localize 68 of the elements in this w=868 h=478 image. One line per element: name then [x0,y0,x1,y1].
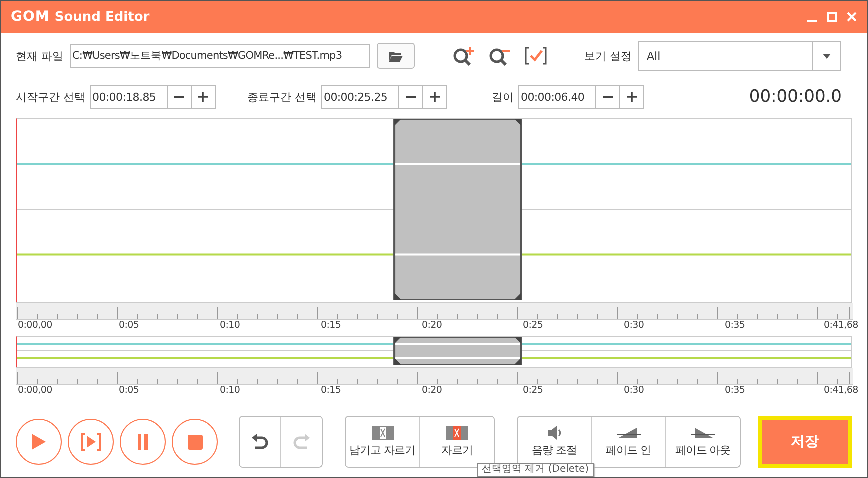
range-label: 길이 [492,90,514,104]
plus-icon [430,92,440,102]
time-field[interactable]: 00:00:18.85 [90,85,168,109]
select-all-button[interactable] [524,47,546,65]
time-label: 0:10 [219,320,242,333]
decrement-button[interactable] [399,85,423,109]
minus-icon [406,96,416,98]
plus-icon [198,92,208,102]
time-label: 0:30 [623,385,646,398]
film-strip-icon [372,426,394,440]
playback-time: 00:00:00.0 [749,87,842,107]
decrement-button[interactable] [168,85,192,109]
redo-icon [292,434,310,450]
time-field[interactable]: 00:00:06.40 [518,85,596,109]
time-label: 0:00,00 [17,385,54,398]
increment-button[interactable] [620,85,644,109]
pause-icon [137,434,149,450]
undo-icon [251,434,269,450]
undo-button[interactable] [240,417,281,467]
time-label: 0:41,68 [824,385,858,398]
time-label: 0:30 [623,320,646,333]
time-label: 0:20 [421,385,444,398]
fade-in-icon [616,426,640,440]
fade-out-icon [691,426,715,440]
time-label: 0:10 [219,385,242,398]
time-label: 0:20 [421,320,444,333]
stop-button[interactable] [172,419,218,465]
range-label: 시작구간 선택 [16,90,86,104]
folder-icon [388,50,402,62]
play-icon [32,434,46,450]
time-label: 0:35 [724,385,746,398]
minus-icon [602,96,612,98]
time-label: 0:05 [118,385,140,398]
decrement-button[interactable] [596,85,620,109]
zoom-out-button[interactable] [488,46,510,66]
app-logo: GOM [11,9,50,25]
keep-trim-button[interactable]: 남기고 자르기 [346,417,420,467]
speaker-icon [546,426,562,440]
pause-button[interactable] [120,419,166,465]
plus-icon [626,92,636,102]
time-label: 0:15 [320,385,342,398]
increment-button[interactable] [423,85,447,109]
time-label: 0:15 [320,320,342,333]
time-label: 0:25 [522,320,544,333]
window-title: Sound Editor [54,10,150,24]
view-settings-label: 보기 설정 [584,48,632,64]
maximize-icon[interactable] [827,12,837,22]
play-selection-icon [81,433,101,451]
time-label: 0:00,00 [17,320,54,333]
play-button[interactable] [16,419,62,465]
tooltip: 선택영역 제거 (Delete) [477,463,594,477]
stop-icon [188,434,202,450]
time-field[interactable]: 00:00:25.25 [321,85,399,109]
open-folder-button[interactable] [376,43,414,69]
minus-icon [174,96,184,98]
increment-button[interactable] [192,85,216,109]
time-label: 0:25 [522,385,544,398]
view-dropdown[interactable]: All [638,41,841,71]
time-label: 0:35 [724,320,746,333]
close-icon[interactable] [847,12,857,22]
time-label: 0:05 [118,320,140,333]
range-label: 종료구간 선택 [248,90,317,104]
file-path-field[interactable]: C:₩Users₩노트북₩Documents₩GOMRe...₩TEST.mp3 [70,44,370,68]
time-label: 0:41,68 [824,320,858,333]
play-selection-button[interactable] [68,419,114,465]
film-strip-icon [446,426,468,440]
file-label: 현재 파일 [16,48,64,64]
zoom-in-button[interactable] [452,46,474,66]
